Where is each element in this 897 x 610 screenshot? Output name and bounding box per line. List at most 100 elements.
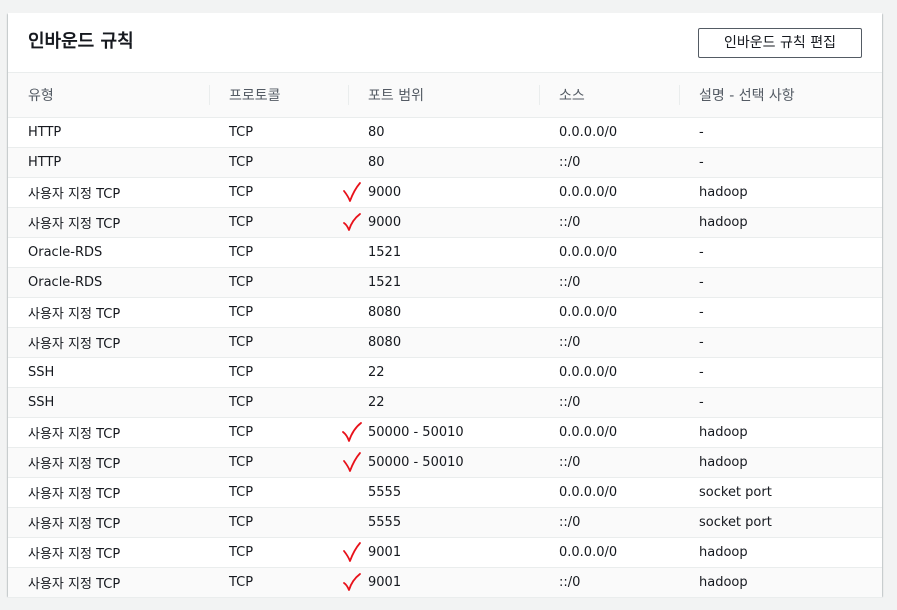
table-row[interactable]: 사용자 지정 TCP TCP 50000 - 50010::/0 hadoop	[8, 447, 882, 478]
cell-description: hadoop	[679, 447, 882, 478]
table-body: HTTP TCP 80 0.0.0.0/0- HTTP TCP 80::/0- 사용자 지정 …	[8, 117, 882, 598]
table-row[interactable]: 사용자 지정 TCP TCP 9001 0.0.0.0/0 hadoop	[8, 537, 882, 568]
cell-description: -	[679, 297, 882, 328]
cell-port-range-text: 22	[368, 364, 385, 380]
cell-description-text: -	[699, 364, 704, 380]
cell-description: hadoop	[679, 417, 882, 448]
cell-source-text: 0.0.0.0/0	[559, 424, 618, 440]
table-row[interactable]: HTTP TCP 80::/0 -	[8, 147, 882, 178]
cell-type-text: 사용자 지정 TCP	[28, 576, 121, 592]
cell-port-range-text: 1521	[368, 274, 402, 290]
cell-description: -	[679, 387, 882, 418]
table-row[interactable]: 사용자 지정 TCP TCP 5555::/0 socket port	[8, 507, 882, 538]
column-divider	[348, 85, 349, 105]
column-header-port-range[interactable]: 포트 범위	[348, 73, 539, 118]
cell-type: 사용자 지정 TCP	[8, 477, 209, 508]
table-row[interactable]: Oracle-RDS TCP 1521::/0 -	[8, 267, 882, 298]
cell-type-text: 사용자 지정 TCP	[28, 426, 121, 442]
cell-port-range: 9000	[343, 207, 539, 238]
cell-port-range: 9001	[343, 537, 539, 568]
cell-port-range-text: 50000 - 50010	[368, 454, 464, 470]
column-header-label: 소스	[559, 87, 585, 104]
inbound-rules-table: 유형 프로토콜 포트 범위 소스 설명 - 선택 사항 HTTP TCP 80 0.0…	[8, 73, 882, 598]
cell-protocol-text: TCP	[229, 124, 254, 140]
cell-source-text: 0.0.0.0/0	[559, 304, 618, 320]
cell-protocol: TCP	[209, 297, 348, 328]
cell-source-text: 0.0.0.0/0	[559, 244, 618, 260]
column-header-protocol[interactable]: 프로토콜	[209, 73, 348, 118]
table-row[interactable]: 사용자 지정 TCP TCP 8080::/0 -	[8, 327, 882, 358]
cell-source-text: 0.0.0.0/0	[559, 544, 618, 560]
cell-port-range: 8080	[348, 297, 539, 328]
cell-protocol-text: TCP	[229, 544, 254, 560]
cell-source: 0.0.0.0/0	[539, 297, 679, 328]
table-row[interactable]: 사용자 지정 TCP TCP 8080 0.0.0.0/0 -	[8, 297, 882, 328]
cell-description-text: -	[699, 304, 704, 320]
column-header-description[interactable]: 설명 - 선택 사항	[679, 73, 882, 118]
cell-description: -	[679, 117, 882, 148]
cell-type: 사용자 지정 TCP	[8, 537, 209, 568]
cell-source-text: 0.0.0.0/0	[559, 484, 618, 500]
cell-protocol-text: TCP	[229, 244, 254, 260]
cell-source: ::/0	[539, 387, 679, 418]
cell-port-range-text: 9000	[368, 184, 402, 200]
table-row[interactable]: HTTP TCP 80 0.0.0.0/0 -	[8, 117, 882, 148]
cell-protocol-text: TCP	[229, 154, 254, 170]
cell-port-range-text: 22	[368, 394, 385, 410]
cell-description-text: -	[699, 124, 704, 140]
column-divider	[679, 85, 680, 105]
cell-source: ::/0	[539, 327, 679, 358]
red-checkmark-icon	[342, 541, 362, 563]
panel-header: 인바운드 규칙 인바운드 규칙 편집	[8, 13, 882, 73]
cell-protocol: TCP	[209, 567, 348, 598]
cell-port-range: 1521	[348, 267, 539, 298]
cell-protocol: TCP	[209, 507, 348, 538]
red-checkmark-icon	[342, 181, 362, 203]
cell-protocol: TCP	[209, 357, 348, 388]
cell-type-text: SSH	[28, 394, 55, 410]
table-row[interactable]: SSH TCP 22 0.0.0.0/0 -	[8, 357, 882, 388]
table-header-row: 유형 프로토콜 포트 범위 소스 설명 - 선택 사항	[8, 73, 882, 118]
table-row[interactable]: 사용자 지정 TCP TCP 9000::/0 hadoop	[8, 207, 882, 238]
cell-type: HTTP	[8, 117, 209, 148]
inbound-rules-panel: 인바운드 규칙 인바운드 규칙 편집 유형 프로토콜 포트 범위 소스 설명 -…	[8, 13, 882, 598]
cell-description-text: -	[699, 244, 704, 260]
cell-protocol: TCP	[209, 477, 348, 508]
cell-protocol: TCP	[209, 147, 348, 178]
cell-protocol: TCP	[209, 117, 348, 148]
cell-type-text: 사용자 지정 TCP	[28, 186, 121, 202]
column-header-label: 유형	[28, 87, 54, 104]
cell-source-text: ::/0	[559, 334, 581, 350]
table-row[interactable]: 사용자 지정 TCP TCP 5555 0.0.0.0/0 socket port	[8, 477, 882, 508]
cell-port-range: 9001	[343, 567, 539, 598]
column-header-type[interactable]: 유형	[8, 73, 209, 118]
cell-source-text: ::/0	[559, 154, 581, 170]
cell-protocol-text: TCP	[229, 424, 254, 440]
cell-port-range-text: 5555	[368, 514, 402, 530]
cell-type: 사용자 지정 TCP	[8, 507, 209, 538]
table-row[interactable]: Oracle-RDS TCP 1521 0.0.0.0/0 -	[8, 237, 882, 268]
cell-source-text: 0.0.0.0/0	[559, 184, 618, 200]
cell-description-text: -	[699, 154, 704, 170]
cell-protocol: TCP	[209, 177, 348, 208]
table-row[interactable]: 사용자 지정 TCP TCP 9000 0.0.0.0/0 hadoop	[8, 177, 882, 208]
cell-source: ::/0	[539, 507, 679, 538]
cell-source: ::/0	[539, 147, 679, 178]
cell-port-range: 1521	[348, 237, 539, 268]
column-header-source[interactable]: 소스	[539, 73, 679, 118]
cell-protocol-text: TCP	[229, 214, 254, 230]
cell-description: -	[679, 237, 882, 268]
cell-protocol-text: TCP	[229, 574, 254, 590]
table-row[interactable]: 사용자 지정 TCP TCP 50000 - 50010 0.0.0.0/0 hadoo…	[8, 417, 882, 448]
cell-description: -	[679, 147, 882, 178]
table-row[interactable]: SSH TCP 22::/0 -	[8, 387, 882, 418]
cell-source: ::/0	[539, 267, 679, 298]
cell-port-range-text: 50000 - 50010	[368, 424, 464, 440]
cell-type: 사용자 지정 TCP	[8, 177, 209, 208]
cell-type: SSH	[8, 357, 209, 388]
cell-type-text: 사용자 지정 TCP	[28, 486, 121, 502]
cell-protocol: TCP	[209, 447, 348, 478]
edit-inbound-rules-button[interactable]: 인바운드 규칙 편집	[698, 28, 862, 58]
cell-port-range-text: 80	[368, 154, 385, 170]
table-row[interactable]: 사용자 지정 TCP TCP 9001::/0 hadoop	[8, 567, 882, 598]
